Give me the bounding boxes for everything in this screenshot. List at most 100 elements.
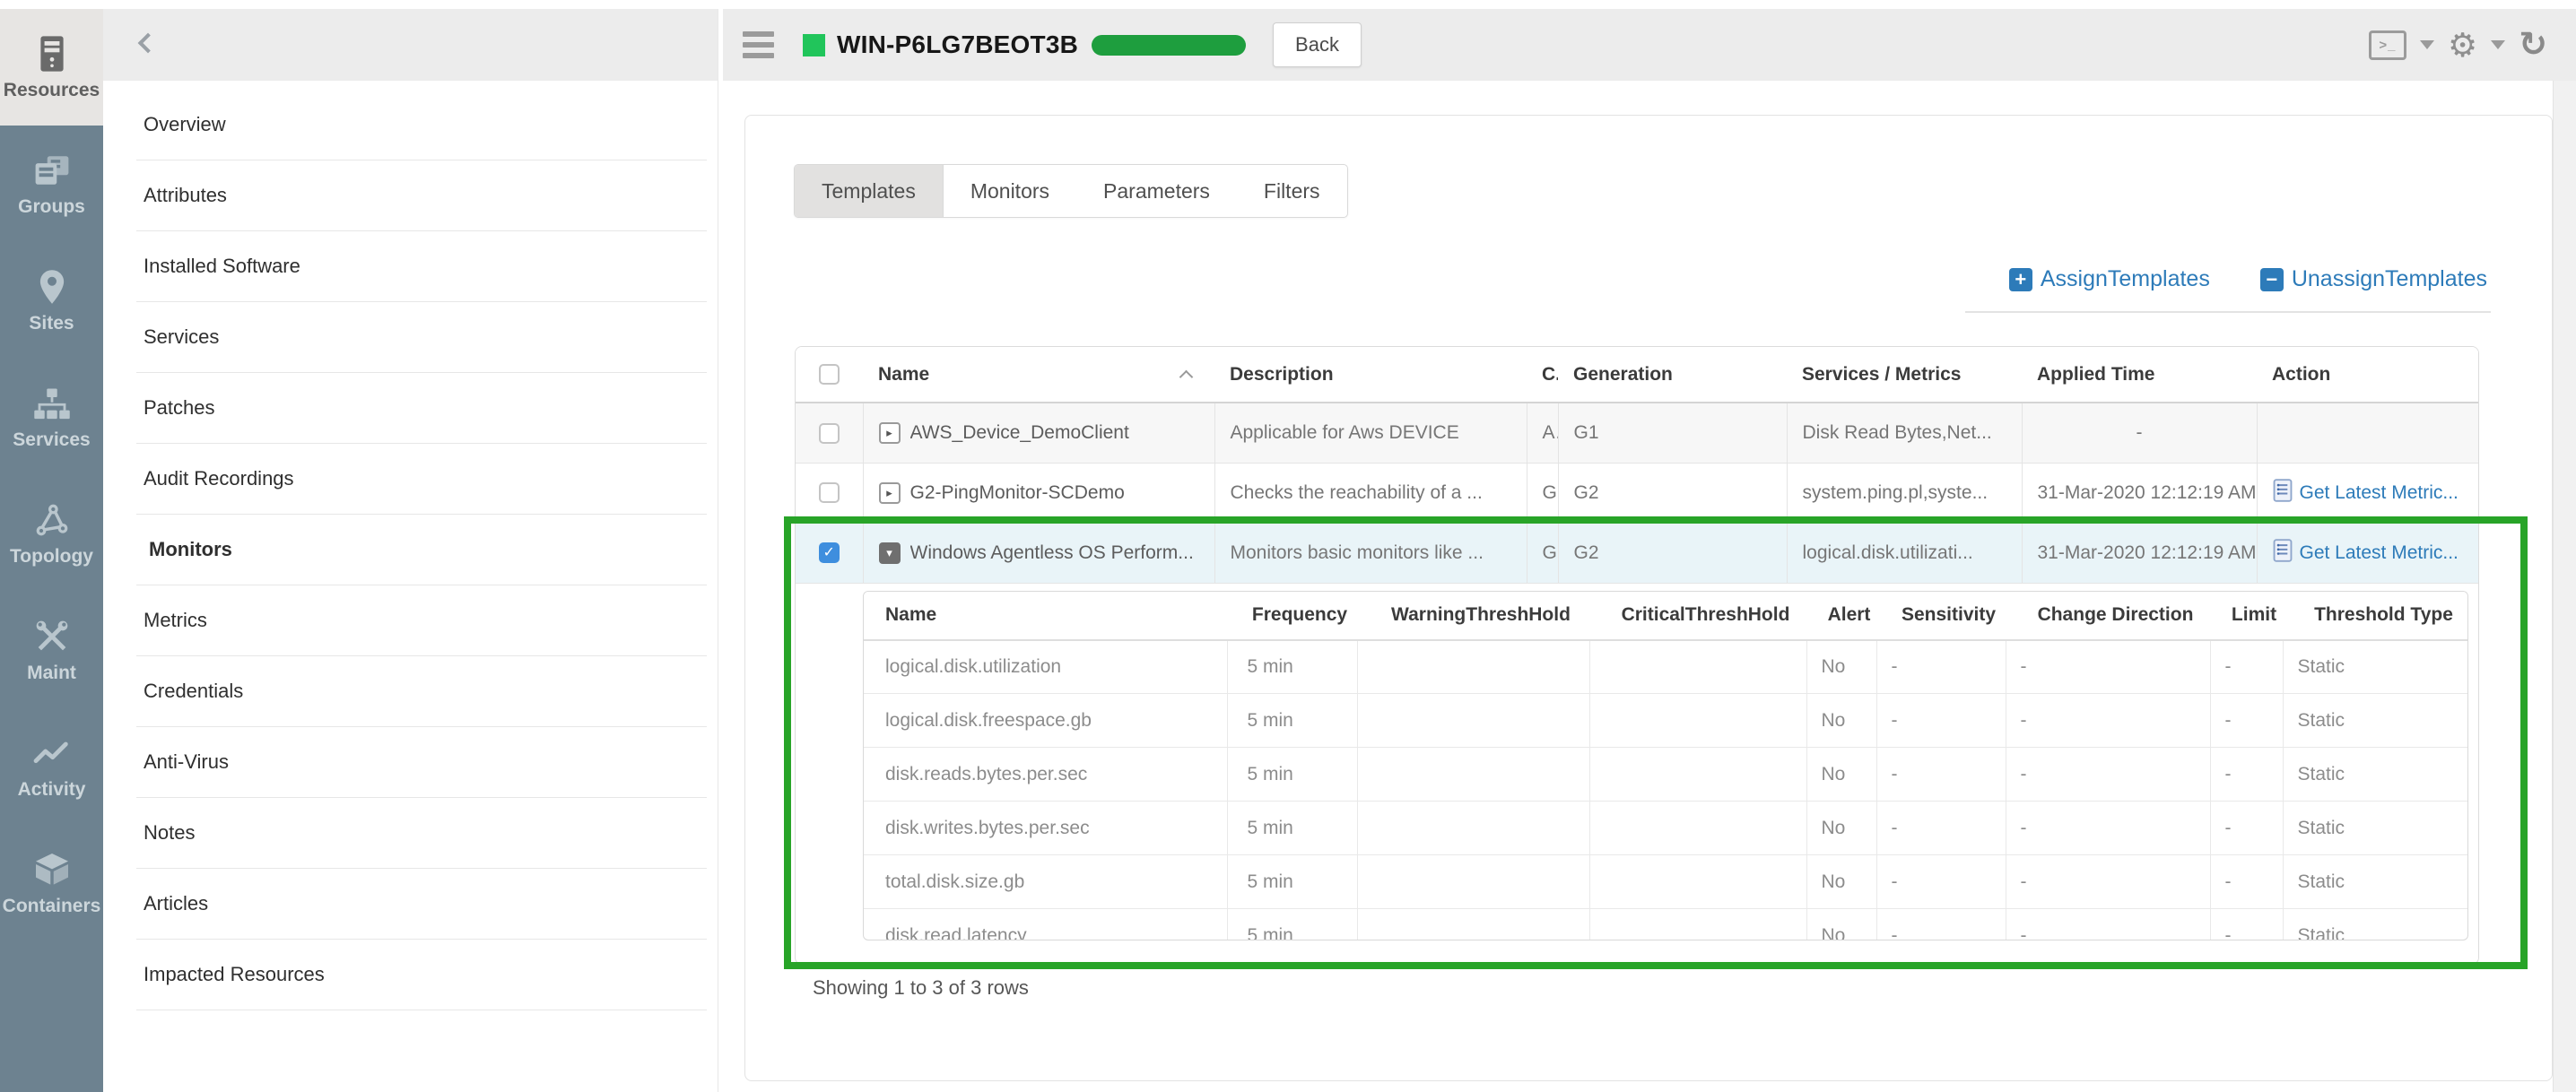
groups-icon (33, 150, 71, 191)
column-header-applied-time[interactable]: Applied Time (2022, 347, 2257, 403)
column-header-c-[interactable]: C. (1527, 347, 1561, 403)
pin-icon (39, 266, 65, 308)
column-header-name[interactable]: Name (863, 347, 1214, 403)
sidebar-item-containers[interactable]: Containers (0, 825, 103, 941)
table-row[interactable]: ▸ AWS_Device_DemoClient Applicable for Aws… (796, 402, 2478, 463)
menu-item-articles[interactable]: Articles (136, 869, 707, 940)
divider (1965, 311, 2491, 313)
menu-item-anti-virus[interactable]: Anti-Virus (136, 727, 707, 798)
collapse-panel-icon[interactable] (137, 32, 159, 54)
gear-icon[interactable]: ⚙ (2448, 29, 2477, 62)
menu-item-patches[interactable]: Patches (136, 373, 707, 444)
row-checkbox[interactable]: ✓ (818, 542, 840, 564)
sidebar-item-resources[interactable]: Resources (0, 9, 103, 126)
subtable-row[interactable]: disk.writes.bytes.per.sec 5 min No - - - Stati… (864, 801, 2467, 855)
row-select-cell: ✓ (796, 522, 863, 583)
alert-cell: No (1806, 639, 1876, 694)
sort-ascending-icon (1179, 369, 1194, 385)
menu-item-notes[interactable]: Notes (136, 798, 707, 869)
metric-name-cell: logical.disk.utilization (864, 639, 1227, 694)
applied-time-cell: - (2021, 402, 2257, 463)
get-latest-metrics-link[interactable]: Get Latest Metric... (2300, 542, 2459, 564)
table-row[interactable]: ▸ G2-PingMonitor-SCDemo Checks the reachab… (796, 462, 2478, 523)
sidebar-item-label: Activity (17, 779, 86, 800)
settings-dropdown-caret-icon[interactable] (2491, 40, 2506, 49)
tab-parameters[interactable]: Parameters (1076, 165, 1237, 217)
sidebar-item-label: Maint (27, 663, 76, 683)
monitors-subtable: Name Frequency WarningThreshHold CriticalTh… (863, 590, 2468, 940)
refresh-icon[interactable]: ↻ (2519, 28, 2547, 62)
menu-item-impacted-resources[interactable]: Impacted Resources (136, 940, 707, 1010)
critical-threshold-cell (1588, 639, 1806, 694)
expand-row-icon[interactable]: ▸ (878, 421, 901, 444)
metric-name-cell: logical.disk.freespace.gb (864, 693, 1227, 748)
subtable-row[interactable]: disk.read.latency 5 min No - - - Static (864, 908, 2467, 940)
menu-item-monitors[interactable]: Monitors (136, 515, 707, 585)
column-header-generation[interactable]: Generation (1558, 347, 1787, 403)
column-header-action[interactable]: Action (2257, 347, 2478, 403)
menu-item-attributes[interactable]: Attributes (136, 160, 707, 231)
document-icon (2273, 478, 2293, 507)
table-footer: Showing 1 to 3 of 3 rows (813, 976, 1029, 999)
sidebar-item-services[interactable]: Services (0, 359, 103, 475)
tab-monitors[interactable]: Monitors (944, 165, 1076, 217)
warning-threshold-cell (1356, 854, 1589, 909)
tab-templates[interactable]: Templates (795, 165, 944, 217)
menu-item-installed-software[interactable]: Installed Software (136, 231, 707, 302)
column-header-description[interactable]: Description (1214, 347, 1527, 403)
warning-threshold-cell (1356, 908, 1589, 940)
terminal-icon[interactable]: >_ (2368, 30, 2406, 60)
sidebar-item-sites[interactable]: Sites (0, 242, 103, 359)
assign-templates-link[interactable]: + AssignTemplates (2008, 266, 2210, 292)
tools-icon (34, 616, 70, 657)
subtable-row[interactable]: logical.disk.utilization 5 min No - - - Static (864, 639, 2467, 694)
sidebar-item-groups[interactable]: Groups (0, 126, 103, 242)
metric-name-cell: disk.reads.bytes.per.sec (864, 747, 1227, 802)
sidebar-item-maint[interactable]: Maint (0, 592, 103, 708)
menu-item-overview[interactable]: Overview (136, 90, 707, 160)
warning-threshold-cell (1356, 747, 1589, 802)
frequency-cell: 5 min (1226, 801, 1357, 855)
subtable-header-change-direction: Change Direction (2006, 591, 2210, 641)
sidebar-item-label: Sites (29, 313, 74, 334)
sensitivity-cell: - (1875, 908, 2006, 940)
content-card: Templates Monitors Parameters Filters + Ass… (744, 115, 2553, 1081)
menu-item-credentials[interactable]: Credentials (136, 656, 707, 727)
table-row[interactable]: ✓ ▾ Windows Agentless OS Perform... Monitor… (796, 522, 2478, 583)
subtable-row[interactable]: disk.reads.bytes.per.sec 5 min No - - - Static (864, 747, 2467, 802)
sidebar-item-label: Resources (3, 80, 100, 100)
terminal-dropdown-caret-icon[interactable] (2419, 40, 2434, 49)
row-checkbox[interactable] (818, 422, 840, 444)
threshold-type-cell: Static (2282, 854, 2467, 909)
template-name-cell: ▸ G2-PingMonitor-SCDemo (862, 462, 1214, 523)
cube-icon (33, 849, 71, 890)
menu-item-services[interactable]: Services (136, 302, 707, 373)
unassign-templates-link[interactable]: − UnassignTemplates (2259, 266, 2487, 292)
sidebar-item-activity[interactable]: Activity (0, 708, 103, 825)
get-latest-metrics-link[interactable]: Get Latest Metric... (2300, 482, 2459, 504)
column-header-services-metrics[interactable]: Services / Metrics (1787, 347, 2022, 403)
select-all-checkbox[interactable] (819, 364, 840, 386)
subtable-row[interactable]: total.disk.size.gb 5 min No - - - Static (864, 854, 2467, 909)
description-cell: Monitors basic monitors like ... (1214, 522, 1527, 583)
warning-threshold-cell (1356, 639, 1589, 694)
tab-filters[interactable]: Filters (1237, 165, 1347, 217)
expand-row-icon[interactable]: ▸ (878, 481, 901, 504)
row-select-cell (796, 462, 863, 523)
row-checkbox[interactable] (818, 482, 840, 504)
limit-cell: - (2209, 747, 2283, 802)
subtable-header-threshold-type: Threshold Type (2283, 591, 2467, 641)
back-button[interactable]: Back (1273, 22, 1362, 67)
menu-item-audit-recordings[interactable]: Audit Recordings (136, 444, 707, 515)
limit-cell: - (2209, 639, 2283, 694)
device-name: WIN-P6LG7BEOT3B (837, 30, 1079, 58)
collapse-row-icon[interactable]: ▾ (878, 542, 901, 564)
frequency-cell: 5 min (1226, 747, 1357, 802)
services-metrics-cell: system.ping.pl,syste... (1786, 462, 2022, 523)
subtable-header-name: Name (864, 591, 1227, 641)
menu-icon[interactable] (743, 31, 774, 58)
subtable-row[interactable]: logical.disk.freespace.gb 5 min No - - - Stati… (864, 693, 2467, 748)
sidebar-item-topology[interactable]: Topology (0, 475, 103, 592)
assign-templates-label: AssignTemplates (2040, 266, 2210, 291)
menu-item-metrics[interactable]: Metrics (136, 585, 707, 656)
